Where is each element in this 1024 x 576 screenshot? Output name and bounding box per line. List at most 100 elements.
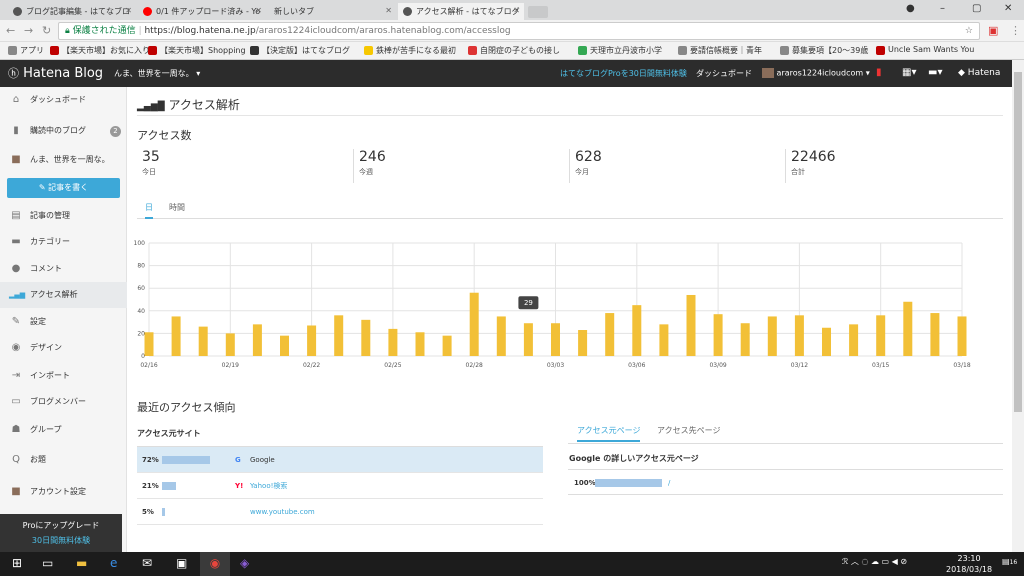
notification-icon[interactable]: ▬▾ xyxy=(928,67,942,78)
close-tab-icon[interactable]: ✕ xyxy=(385,6,392,15)
sidebar-item-label: インポート xyxy=(30,371,70,380)
sidebar-item[interactable]: ⌂ ダッシュボード xyxy=(0,87,127,113)
write-article-button[interactable]: ✎ 記事を書く xyxy=(7,178,120,198)
sidebar-item[interactable]: ▬ カテゴリー xyxy=(0,229,127,255)
unread-badge: 2 xyxy=(110,126,121,137)
chart-bar xyxy=(361,319,371,356)
bookmark-label: 自閉症の子どもの接し xyxy=(480,46,560,55)
dashboard-link[interactable]: ダッシュボード xyxy=(696,68,752,79)
referrer-source[interactable]: Yahoo!検索 xyxy=(250,473,287,499)
sidebar-item[interactable]: ▤ 記事の管理 xyxy=(0,203,127,229)
sidebar-item[interactable]: ▂▄▆ アクセス解析 xyxy=(0,282,127,308)
stat-today: 35 今日 xyxy=(137,149,353,183)
sidebar-item[interactable]: ■ アカウント設定 xyxy=(0,479,127,505)
bookmark-item[interactable]: 募集要項【20～39歳 xyxy=(780,45,868,56)
minimize-icon[interactable]: – xyxy=(940,3,945,14)
stat-value: 22466 xyxy=(791,149,836,165)
tray-icons[interactable]: ℛ ︿ ◌ ☁ ▭ ◀︎ ⊘ xyxy=(842,556,907,567)
referrer-source[interactable]: www.youtube.com xyxy=(250,499,315,525)
reload-icon[interactable]: ↻ xyxy=(42,24,51,37)
access-bar-chart: 02040608010002/16 02/19 02/22 02/25 02/28 03/… xyxy=(134,240,971,369)
bookmark-item[interactable]: 要請信帳概要｜青年 xyxy=(678,45,762,56)
chrome-icon[interactable]: ◉ xyxy=(200,552,230,576)
tab-hour[interactable]: 時間 xyxy=(169,202,185,217)
chart-bar xyxy=(442,335,452,356)
table-row[interactable]: 100% / xyxy=(568,469,1003,495)
app-icon[interactable]: ◈ xyxy=(240,556,249,570)
task-view-icon[interactable]: ▭ xyxy=(42,556,53,570)
tab-landing-pages[interactable]: アクセス先ページ xyxy=(657,425,720,440)
close-tab-icon[interactable]: ✕ xyxy=(255,6,262,15)
sidebar-item[interactable]: ▮ 購読中のブログ 2 xyxy=(0,118,127,144)
sidebar-item[interactable]: ■ んま、世界を一周な。 xyxy=(0,147,127,173)
bookmark-label: 募集要項【20～39歳 xyxy=(792,46,869,55)
file-explorer-icon[interactable]: ▬ xyxy=(76,556,87,570)
bookmark-item[interactable]: 天理市立丹波市小学 xyxy=(578,45,662,56)
yahoo-icon: Y! xyxy=(235,482,244,490)
close-window-icon[interactable]: ✕ xyxy=(1004,3,1012,14)
user-menu[interactable]: araros1224icloudcom ▾ xyxy=(762,68,870,78)
grid-menu-icon[interactable]: ▦▾ xyxy=(902,67,916,78)
notification-center-icon[interactable]: ▤16 xyxy=(1002,557,1017,566)
sidebar-item[interactable]: ▭ ブログメンバー xyxy=(0,389,127,415)
chart-bar xyxy=(930,313,940,356)
bookmark-item[interactable]: アプリ xyxy=(8,45,44,56)
scrollbar[interactable] xyxy=(1012,60,1024,552)
bookmark-item[interactable]: 鉄棒が苦手になる最初 xyxy=(364,45,456,56)
blog-name-dropdown[interactable]: んま、世界を一周な。 ▾ xyxy=(114,68,200,79)
hatena-blog-logo[interactable]: ⓗ Hatena Blog xyxy=(8,65,103,81)
bookmark-item[interactable]: 【決定版】はてなブログ xyxy=(250,45,350,56)
mail-icon[interactable]: ✉ xyxy=(142,556,152,570)
close-tab-icon[interactable]: ✕ xyxy=(513,6,520,15)
table-row[interactable]: 5% www.youtube.com xyxy=(137,499,543,525)
browser-tab[interactable]: ブログ記事編集 - はてなブロ ✕ xyxy=(8,3,136,20)
pro-upgrade-box[interactable]: Proにアップグレード 30日間無料体験 xyxy=(0,514,122,552)
close-tab-icon[interactable]: ✕ xyxy=(125,6,132,15)
extension-icon[interactable]: ▣ xyxy=(988,24,998,37)
table-row[interactable]: 21% Y! Yahoo!検索 xyxy=(137,473,543,499)
bookmark-label: 鉄棒が苦手になる最初 xyxy=(376,46,456,55)
hatena-brand[interactable]: ◆ Hatena xyxy=(958,68,1000,78)
browser-tab[interactable]: 0/1 件アップロード済み - Yo ✕ xyxy=(138,3,266,20)
avatar xyxy=(762,68,774,78)
bookmark-item[interactable]: 【楽天市場】Shopping xyxy=(148,45,246,56)
sidebar-item[interactable]: ◉ デザイン xyxy=(0,335,127,361)
edge-icon[interactable]: e xyxy=(110,556,117,570)
maximize-icon[interactable]: ▢ xyxy=(972,3,981,14)
detail-path[interactable]: / xyxy=(668,470,670,496)
sidebar-item[interactable]: ⇥ インポート xyxy=(0,363,127,389)
tab-day[interactable]: 日 xyxy=(145,202,153,219)
profile-icon[interactable]: ● xyxy=(906,3,915,14)
blog-name: んま、世界を一周な。 xyxy=(114,69,194,78)
url-input[interactable]: 🔒︎ 保護された通信 | https://blog.hatena.ne.jp/a… xyxy=(58,22,980,40)
new-tab-button[interactable] xyxy=(528,6,548,18)
clock[interactable]: 23:10 2018/03/18 xyxy=(946,553,992,575)
browser-tab[interactable]: 新しいタブ ✕ xyxy=(268,3,396,20)
sidebar-item[interactable]: ✎ 設定 xyxy=(0,309,127,335)
browser-tab-active[interactable]: アクセス解析 - はてなブログ ✕ xyxy=(398,3,524,20)
bookmark-favicon-icon xyxy=(148,46,157,55)
chart-bar xyxy=(171,316,181,356)
bookmark-item[interactable]: 自閉症の子どもの接し xyxy=(468,45,560,56)
address-bar-row: ← → ↻ 🔒︎ 保護された通信 | https://blog.hatena.n… xyxy=(0,20,1024,42)
referrer-pct: 72% xyxy=(142,456,159,464)
bookmark-item[interactable]: Uncle Sam Wants You xyxy=(876,45,974,55)
store-icon[interactable]: ▣ xyxy=(176,556,187,570)
sidebar-item[interactable]: ☗ グループ xyxy=(0,417,127,443)
document-icon: ▤ xyxy=(11,210,21,221)
scrollbar-thumb[interactable] xyxy=(1014,72,1022,412)
x-tick-label: 03/12 xyxy=(791,362,808,369)
pro-trial-link[interactable]: はてなブログProを30日間無料体験 xyxy=(560,68,687,79)
back-icon[interactable]: ← xyxy=(6,24,15,37)
tab-referrer-pages[interactable]: アクセス元ページ xyxy=(577,425,641,442)
forward-icon[interactable]: → xyxy=(24,24,33,37)
bookmark-item[interactable]: 【楽天市場】お気に入り xyxy=(50,45,150,56)
menu-icon[interactable]: ⋮ xyxy=(1010,24,1021,37)
sidebar-item[interactable]: Q お題 xyxy=(0,447,127,473)
windows-start-icon[interactable]: ⊞ xyxy=(12,556,22,570)
bookmark-icon[interactable]: ▮ xyxy=(876,67,882,78)
sidebar-item[interactable]: ● コメント xyxy=(0,256,127,282)
stat-label: 今月 xyxy=(575,168,589,176)
table-row[interactable]: 72% G Google xyxy=(137,447,543,473)
star-icon[interactable]: ☆ xyxy=(965,23,973,39)
